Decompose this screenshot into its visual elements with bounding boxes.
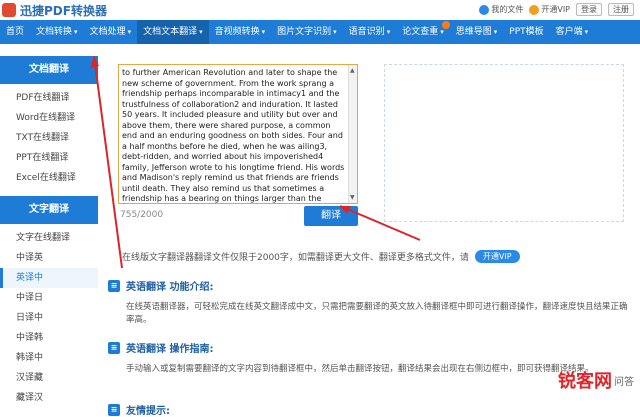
nav-client[interactable]: 客户端▾: [550, 20, 595, 44]
my-files-link[interactable]: 我的文件: [479, 4, 523, 15]
intro-body: 在线英语翻译器，可轻松完成在线英文翻译成中文，只需把需要翻译的英文放入待翻译框中…: [108, 301, 628, 327]
nav-label: 文档转换: [36, 27, 72, 37]
intro-title: 英语翻译 功能介绍:: [126, 278, 213, 293]
sidebar: 文档翻译 PDF在线翻译 Word在线翻译 TXT在线翻译 PPT在线翻译 Ex…: [0, 56, 98, 413]
translation-result-box[interactable]: [384, 64, 624, 222]
source-text-input[interactable]: to further American Revolution and later…: [118, 64, 358, 204]
nav-plagiarism[interactable]: 论文查重▾: [396, 20, 450, 44]
watermark-sub: 问答: [614, 373, 634, 388]
sidebar-heading-doc: 文档翻译: [0, 56, 98, 84]
chevron-down-icon: ▾: [387, 28, 391, 36]
chevron-down-icon: ▾: [440, 28, 444, 36]
scroll-up-icon[interactable]: ▲: [350, 67, 355, 74]
my-files-label: 我的文件: [491, 5, 523, 14]
notice-text: 在线版文字翻译器翻译文件仅限于2000字，如需翻译更大文件、翻译更多格式文件，请: [122, 250, 469, 263]
nav-label: 客户端: [556, 27, 583, 37]
nav-ppt[interactable]: PPT模板: [503, 20, 549, 44]
nav-label: 文档文本翻译: [143, 27, 197, 37]
intro-section: ≡ 英语翻译 功能介绍: 在线英语翻译器，可轻松完成在线英文翻译成中文，只需把需要…: [108, 278, 628, 327]
nav-mindmap[interactable]: 思维导图▾: [450, 20, 504, 44]
sidebar-item-ppt[interactable]: PPT在线翻译: [0, 148, 98, 168]
sidebar-item-zh-bo[interactable]: 汉译藏: [0, 368, 98, 388]
nav-label: 论文查重: [402, 27, 438, 37]
chevron-down-icon: ▾: [128, 28, 132, 36]
tips-icon: ≡: [108, 404, 120, 416]
guide-body: 手动输入或复制需要翻译的文字内容到待翻译框中，然后单击翻译按钮，翻译结果会出现在…: [108, 363, 628, 376]
sidebar-item-bo-zh[interactable]: 藏译汉: [0, 388, 98, 408]
nav-doc-translate[interactable]: 文档文本翻译▾: [137, 20, 209, 44]
limit-notice: 在线版文字翻译器翻译文件仅限于2000字，如需翻译更大文件、翻译更多格式文件，请…: [122, 250, 520, 263]
chevron-down-icon: ▾: [585, 28, 589, 36]
char-counter: 755/2000: [120, 210, 163, 220]
user-area: 我的文件 开通VIP 登录 注册: [479, 3, 634, 16]
sidebar-item-zh-ja[interactable]: 中译日: [0, 288, 98, 308]
nav-doc-convert[interactable]: 文档转换▾: [30, 20, 84, 44]
translate-button[interactable]: 翻译: [304, 206, 358, 226]
nav-label: PPT模板: [509, 27, 543, 37]
sidebar-item-txt[interactable]: TXT在线翻译: [0, 128, 98, 148]
logo-icon: [2, 3, 16, 17]
tips-section: ≡ 友情提示:: [108, 402, 628, 417]
sidebar-item-excel[interactable]: Excel在线翻译: [0, 168, 98, 188]
watermark: 锐客网 问答: [558, 367, 634, 393]
info-icon: ≡: [108, 280, 120, 292]
chevron-down-icon: ▾: [333, 28, 337, 36]
sidebar-item-word[interactable]: Word在线翻译: [0, 108, 98, 128]
nav-label: 首页: [6, 27, 24, 37]
nav-label: 思维导图: [456, 27, 492, 37]
sidebar-item-zh-en[interactable]: 中译英: [0, 248, 98, 268]
chevron-down-icon: ▾: [74, 28, 78, 36]
sidebar-item-text-online[interactable]: 文字在线翻译: [0, 228, 98, 248]
sidebar-item-ja-zh[interactable]: 日译中: [0, 308, 98, 328]
scroll-down-icon[interactable]: ▼: [350, 194, 355, 201]
sidebar-item-pdf[interactable]: PDF在线翻译: [0, 88, 98, 108]
sidebar-item-ko-zh[interactable]: 韩译中: [0, 348, 98, 368]
nav-ocr[interactable]: 图片文字识别▾: [271, 20, 343, 44]
watermark-brand: 锐客网: [558, 367, 612, 393]
sidebar-item-en-zh[interactable]: 英译中: [0, 268, 98, 288]
hot-badge: [442, 21, 450, 29]
register-button[interactable]: 注册: [608, 3, 634, 16]
guide-icon: ≡: [108, 342, 120, 354]
vip-label: 开通VIP: [541, 5, 570, 14]
nav-av-convert[interactable]: 音视频转换▾: [209, 20, 272, 44]
app-title: 迅捷PDF转换器: [20, 2, 107, 19]
vip-link[interactable]: 开通VIP: [529, 4, 570, 15]
tips-title: 友情提示:: [126, 402, 170, 417]
nav-speech[interactable]: 语音识别▾: [343, 20, 397, 44]
guide-title: 英语翻译 操作指南:: [126, 340, 213, 355]
nav-label: 文档处理: [90, 27, 126, 37]
nav-label: 图片文字识别: [277, 27, 331, 37]
login-button[interactable]: 登录: [576, 3, 602, 16]
chevron-down-icon: ▾: [262, 28, 266, 36]
scrollbar[interactable]: ▲ ▼: [348, 65, 357, 203]
nav-label: 语音识别: [349, 27, 385, 37]
folder-icon: [479, 5, 489, 15]
nav-label: 音视频转换: [215, 27, 260, 37]
sidebar-item-zh-ko[interactable]: 中译韩: [0, 328, 98, 348]
sidebar-heading-text: 文字翻译: [0, 196, 98, 224]
nav-home[interactable]: 首页: [0, 20, 30, 44]
source-text: to further American Revolution and later…: [122, 68, 346, 204]
top-bar: 迅捷PDF转换器 我的文件 开通VIP 登录 注册: [0, 0, 640, 20]
crown-icon: [529, 5, 539, 15]
main-nav: 首页 文档转换▾ 文档处理▾ 文档文本翻译▾ 音视频转换▾ 图片文字识别▾ 语音…: [0, 20, 640, 44]
chevron-down-icon: ▾: [494, 28, 498, 36]
open-vip-button[interactable]: 开通VIP: [475, 250, 520, 263]
guide-section: ≡ 英语翻译 操作指南: 手动输入或复制需要翻译的文字内容到待翻译框中，然后单击翻…: [108, 340, 628, 376]
chevron-down-icon: ▾: [199, 28, 203, 36]
app-logo[interactable]: 迅捷PDF转换器: [0, 0, 107, 20]
nav-doc-process[interactable]: 文档处理▾: [84, 20, 138, 44]
